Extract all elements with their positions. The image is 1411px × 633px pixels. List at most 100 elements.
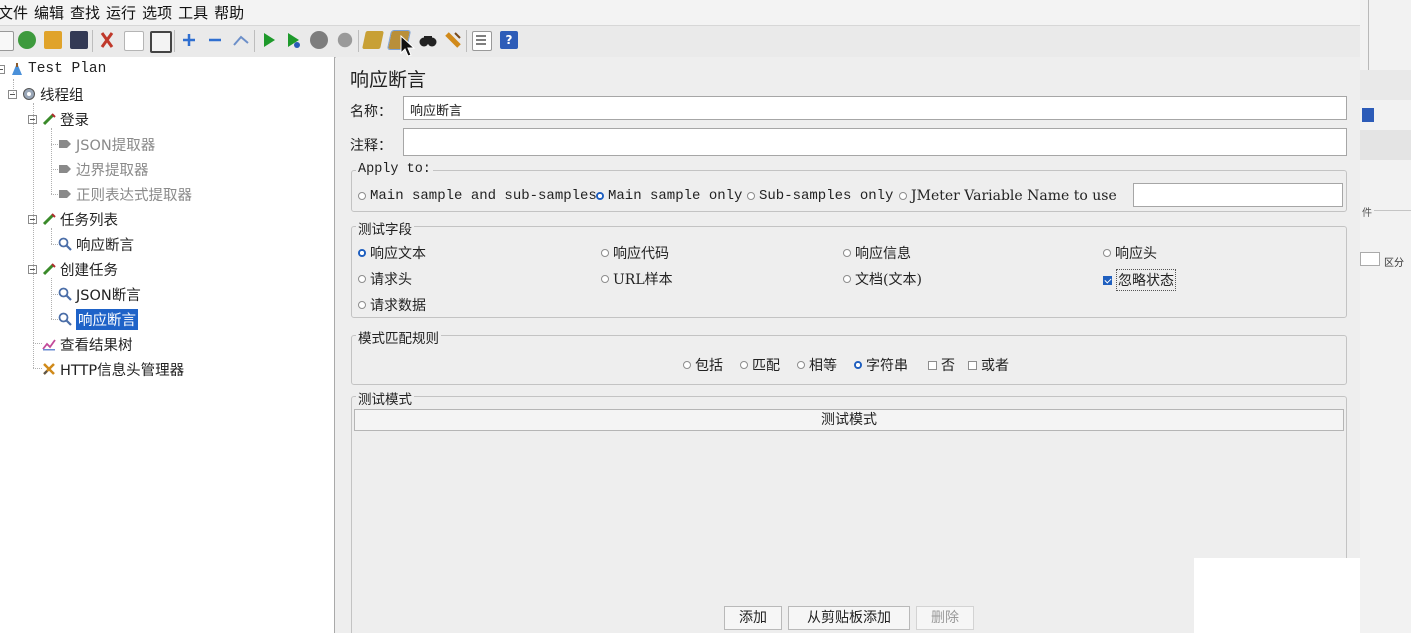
menu-tools[interactable]: 工具 [178, 2, 214, 23]
radio-response-headers[interactable]: 响应头 [1103, 243, 1157, 263]
or-checkbox[interactable]: 或者 [968, 355, 1009, 375]
tree-node-label: 响应断言 [76, 308, 138, 330]
tree-node-response-assertion[interactable]: 响应断言 [58, 233, 134, 255]
paste-icon[interactable] [150, 31, 172, 53]
expand-icon[interactable] [180, 31, 198, 49]
open-icon[interactable] [44, 31, 62, 49]
collapse-toggle-icon[interactable] [28, 114, 37, 124]
collapse-toggle-icon[interactable] [0, 64, 5, 74]
tree-node-view-results-tree[interactable]: 查看结果树 [42, 333, 133, 355]
menu-file[interactable]: 文件 [0, 2, 34, 23]
menu-options[interactable]: 选项 [142, 2, 178, 23]
tree-node-thread-group[interactable]: 线程组 [8, 83, 84, 105]
tree-node-test-plan[interactable]: Test Plan [0, 58, 106, 80]
radio-response-message[interactable]: 响应信息 [843, 243, 911, 263]
copy-icon[interactable] [124, 31, 144, 51]
function-helper-icon[interactable] [472, 31, 492, 51]
search-icon[interactable] [418, 31, 437, 49]
radio-label: 包括 [695, 358, 723, 374]
radio-sub-only[interactable]: Sub-samples only [747, 188, 893, 204]
tree-node-login[interactable]: 登录 [28, 108, 89, 130]
overlay-patch [1194, 558, 1360, 633]
name-label: 名称： [350, 104, 392, 120]
radio-request-data[interactable]: 请求数据 [358, 295, 426, 315]
help-icon[interactable]: ? [500, 31, 518, 49]
delete-button[interactable]: 删除 [916, 606, 974, 630]
collapse-icon[interactable] [206, 31, 224, 49]
checkbox-label: 否 [941, 358, 955, 374]
radio-icon [683, 361, 691, 369]
not-checkbox[interactable]: 否 [928, 355, 955, 375]
radio-icon [601, 249, 609, 257]
menu-search[interactable]: 查找 [70, 2, 106, 23]
radio-request-headers[interactable]: 请求头 [358, 269, 412, 289]
clear-icon[interactable] [362, 31, 384, 49]
radio-icon [358, 301, 366, 309]
add-button[interactable]: 添加 [724, 606, 782, 630]
start-no-pause-icon[interactable] [284, 31, 302, 49]
radio-main-and-sub[interactable]: Main sample and sub-samples [358, 188, 597, 204]
help-icon [1362, 108, 1374, 122]
collapse-toggle-icon[interactable] [8, 89, 17, 99]
test-patterns-title: 测试模式 [356, 388, 414, 408]
ignore-status-checkbox[interactable]: 忽略状态 [1103, 269, 1176, 291]
tree-node-http-header-manager[interactable]: HTTP信息头管理器 [42, 358, 184, 380]
checkbox-label: 忽略状态 [1116, 269, 1176, 291]
radio-label: 相等 [809, 358, 837, 374]
radio-equals[interactable]: 相等 [797, 355, 837, 375]
extractor-icon [59, 165, 71, 173]
new-icon[interactable] [0, 31, 14, 51]
tree-node-json-assertion[interactable]: JSON断言 [58, 283, 141, 305]
sampler-icon [42, 213, 56, 226]
background-label: 件 [1362, 208, 1372, 219]
tree-node-response-assertion-selected[interactable]: 响应断言 [58, 308, 138, 330]
tree-node-json-extractor[interactable]: JSON提取器 [58, 133, 155, 155]
tree-node-label: 线程组 [40, 87, 84, 104]
toggle-icon[interactable] [232, 31, 250, 49]
tree-node-label: 查看结果树 [60, 337, 133, 354]
jmeter-variable-input[interactable] [1133, 183, 1343, 207]
radio-document-text[interactable]: 文档(文本) [843, 269, 922, 289]
pattern-rules-title: 模式匹配规则 [356, 327, 441, 347]
radio-url-sampled[interactable]: URL样本 [601, 269, 673, 289]
radio-label: 请求头 [370, 272, 412, 288]
collapse-toggle-icon[interactable] [28, 264, 37, 274]
radio-label: Main sample and sub-samples [370, 188, 597, 204]
radio-contains[interactable]: 包括 [683, 355, 723, 375]
reset-search-icon[interactable] [444, 31, 462, 49]
menu-edit[interactable]: 编辑 [34, 2, 70, 23]
menu-bar: 文件 编辑 查找 运行 选项 工具 帮助 [0, 0, 1360, 25]
radio-icon [843, 275, 851, 283]
tree-node-task-list[interactable]: 任务列表 [28, 208, 118, 230]
radio-substring[interactable]: 字符串 [854, 355, 908, 375]
tree-node-create-task[interactable]: 创建任务 [28, 258, 118, 280]
radio-icon [740, 361, 748, 369]
menu-help[interactable]: 帮助 [214, 2, 250, 23]
radio-response-code[interactable]: 响应代码 [601, 243, 669, 263]
collapse-toggle-icon[interactable] [28, 214, 37, 224]
radio-response-text[interactable]: 响应文本 [358, 243, 426, 263]
radio-icon [601, 275, 609, 283]
start-icon[interactable] [260, 31, 278, 49]
shutdown-icon[interactable] [337, 32, 353, 48]
add-from-clipboard-button[interactable]: 从剪贴板添加 [788, 606, 910, 630]
save-icon[interactable] [70, 31, 88, 49]
radio-matches[interactable]: 匹配 [740, 355, 780, 375]
test-field-title: 测试字段 [356, 218, 414, 238]
tree-node-label: 响应断言 [76, 237, 134, 254]
menu-run[interactable]: 运行 [106, 2, 142, 23]
templates-icon[interactable] [18, 31, 36, 49]
tree-node-boundary-extractor[interactable]: 边界提取器 [58, 158, 149, 180]
patterns-table-header[interactable]: 测试模式 [354, 409, 1344, 431]
background-input [1360, 252, 1380, 266]
tree-node-regex-extractor[interactable]: 正则表达式提取器 [58, 183, 192, 205]
name-field[interactable]: 响应断言 [403, 96, 1347, 120]
cut-icon[interactable] [98, 31, 116, 49]
toolbar: ? [0, 25, 1360, 58]
checkbox-label: 或者 [981, 358, 1009, 374]
radio-label: URL样本 [613, 272, 673, 288]
stop-icon[interactable] [310, 31, 328, 49]
radio-jmeter-variable[interactable]: JMeter Variable Name to use [899, 188, 1117, 204]
radio-main-only[interactable]: Main sample only [596, 188, 742, 204]
comment-field[interactable] [403, 128, 1347, 156]
